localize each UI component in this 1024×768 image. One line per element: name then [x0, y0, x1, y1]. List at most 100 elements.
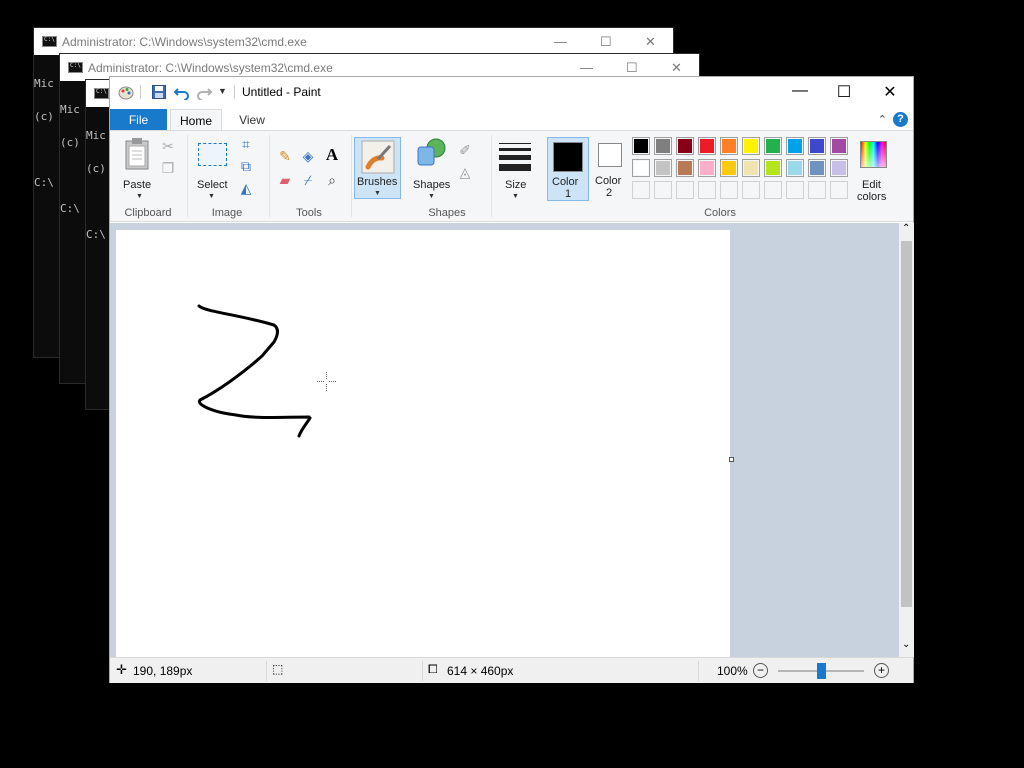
redo-icon[interactable]	[196, 84, 212, 100]
cmd-titlebar[interactable]: Administrator: C:\Windows\system32\cmd.e…	[34, 28, 673, 55]
palette-swatch[interactable]	[632, 137, 650, 155]
palette-custom-slot[interactable]	[764, 181, 782, 199]
palette-swatch[interactable]	[830, 159, 848, 177]
palette-swatch[interactable]	[786, 159, 804, 177]
palette-custom-slot[interactable]	[720, 181, 738, 199]
cmd-output[interactable]: Mic (c) C:\	[60, 82, 87, 236]
paint-titlebar[interactable]: ▼ Untitled - Paint — ☐ ✕	[110, 77, 913, 107]
palette-swatch[interactable]	[698, 159, 716, 177]
pencil-icon[interactable]: ✎	[276, 147, 294, 165]
palette-custom-slot[interactable]	[654, 181, 672, 199]
palette-custom-slot[interactable]	[830, 181, 848, 199]
edit-colors-button[interactable]: Edit colors	[854, 135, 894, 203]
brushes-button[interactable]: Brushes ▼	[354, 137, 401, 199]
palette-custom-slot[interactable]	[786, 181, 804, 199]
drawing-canvas[interactable]	[116, 230, 730, 657]
palette-custom-slot[interactable]	[676, 181, 694, 199]
palette-custom-slot[interactable]	[698, 181, 716, 199]
color2-button[interactable]: Color 2	[593, 137, 627, 201]
palette-custom-slot[interactable]	[808, 181, 826, 199]
palette-swatch-color	[700, 139, 714, 153]
canvas-resize-handle-right[interactable]	[729, 457, 734, 462]
palette-swatch[interactable]	[764, 159, 782, 177]
minimize-button[interactable]: —	[580, 60, 593, 75]
palette-swatch-color	[832, 139, 846, 153]
paste-dropdown-arrow[interactable]: ▼	[136, 193, 143, 200]
scroll-up-icon[interactable]: ⌃	[902, 223, 910, 234]
cmd-output[interactable]: Mic (c) C:\	[34, 56, 61, 210]
palette-swatch-color	[832, 161, 846, 175]
palette-swatch[interactable]	[808, 159, 826, 177]
palette-swatch[interactable]	[632, 159, 650, 177]
cmd-icon	[68, 62, 83, 73]
copy-icon[interactable]: ❐	[159, 159, 177, 177]
qat-customize-icon[interactable]: ▼	[218, 86, 227, 96]
magnifier-icon[interactable]: ⌕	[323, 171, 341, 189]
close-button[interactable]: ✕	[645, 34, 656, 50]
close-button[interactable]: ✕	[880, 82, 900, 102]
palette-swatch[interactable]	[830, 137, 848, 155]
fill-icon[interactable]: ◈	[299, 147, 317, 165]
size-dropdown-arrow[interactable]: ▼	[512, 193, 519, 200]
paint-window[interactable]: ▼ Untitled - Paint — ☐ ✕ File Home View …	[109, 76, 914, 683]
cut-icon[interactable]: ✂	[159, 137, 177, 155]
minimize-button[interactable]: —	[790, 82, 810, 100]
color1-button[interactable]: Color 1	[547, 137, 589, 201]
palette-swatch[interactable]	[676, 159, 694, 177]
palette-swatch[interactable]	[742, 137, 760, 155]
zoom-out-icon[interactable]: −	[753, 663, 768, 678]
tab-view[interactable]: View	[232, 109, 272, 130]
select-button[interactable]: Select ▼	[194, 135, 230, 200]
palette-custom-slot[interactable]	[632, 181, 650, 199]
cmd-line	[34, 144, 61, 155]
tab-home[interactable]: Home	[170, 109, 222, 130]
palette-swatch[interactable]	[698, 137, 716, 155]
undo-icon[interactable]	[174, 84, 190, 100]
collapse-ribbon-icon[interactable]: ⌃	[878, 113, 887, 126]
paste-button[interactable]: Paste ▼	[118, 135, 158, 200]
shapes-button[interactable]: Shapes ▼	[411, 135, 455, 200]
shapes-dropdown-arrow[interactable]: ▼	[428, 193, 435, 200]
palette-swatch[interactable]	[720, 159, 738, 177]
zoom-slider-thumb[interactable]	[817, 663, 826, 679]
palette-swatch-color	[722, 161, 736, 175]
save-icon[interactable]	[151, 84, 167, 100]
resize-icon[interactable]: ⧉	[237, 157, 255, 175]
cursor-position: 190, 189px	[133, 664, 193, 678]
text-icon[interactable]: A	[323, 146, 341, 164]
vertical-scrollbar[interactable]: ⌃ ⌄	[899, 223, 914, 657]
palette-swatch[interactable]	[808, 137, 826, 155]
palette-swatch[interactable]	[654, 159, 672, 177]
scrollbar-thumb[interactable]	[901, 241, 912, 607]
select-dropdown-arrow[interactable]: ▼	[208, 193, 215, 200]
rotate-icon[interactable]: ◭	[237, 179, 255, 197]
color-picker-icon[interactable]: ⌿	[299, 171, 317, 189]
palette-swatch[interactable]	[786, 137, 804, 155]
zoom-in-icon[interactable]: +	[874, 663, 889, 678]
palette-swatch[interactable]	[764, 137, 782, 155]
scroll-down-icon[interactable]: ⌄	[902, 639, 910, 650]
close-button[interactable]: ✕	[671, 60, 682, 76]
palette-custom-slot[interactable]	[742, 181, 760, 199]
paint-app-icon[interactable]	[118, 84, 134, 100]
maximize-button[interactable]: ☐	[600, 34, 612, 50]
fill-shape-icon[interactable]: ◬	[456, 163, 474, 181]
group-separator	[491, 135, 492, 217]
palette-swatch[interactable]	[676, 137, 694, 155]
minimize-button[interactable]: —	[554, 34, 567, 49]
size-button[interactable]: Size ▼	[497, 135, 533, 200]
maximize-button[interactable]: ☐	[626, 60, 638, 76]
outline-icon[interactable]: ✐	[456, 141, 474, 159]
maximize-button[interactable]: ☐	[834, 82, 854, 102]
status-separator	[422, 661, 423, 681]
eraser-icon[interactable]: ▰	[276, 171, 294, 189]
palette-swatch[interactable]	[654, 137, 672, 155]
zoom-slider[interactable]	[778, 663, 864, 679]
palette-swatch[interactable]	[742, 159, 760, 177]
help-icon[interactable]: ?	[893, 112, 908, 127]
crop-icon[interactable]: ⌗	[237, 135, 255, 153]
tools-group-label: Tools	[296, 207, 322, 219]
brushes-dropdown-arrow[interactable]: ▼	[374, 190, 381, 197]
tab-file[interactable]: File	[110, 109, 167, 130]
palette-swatch[interactable]	[720, 137, 738, 155]
